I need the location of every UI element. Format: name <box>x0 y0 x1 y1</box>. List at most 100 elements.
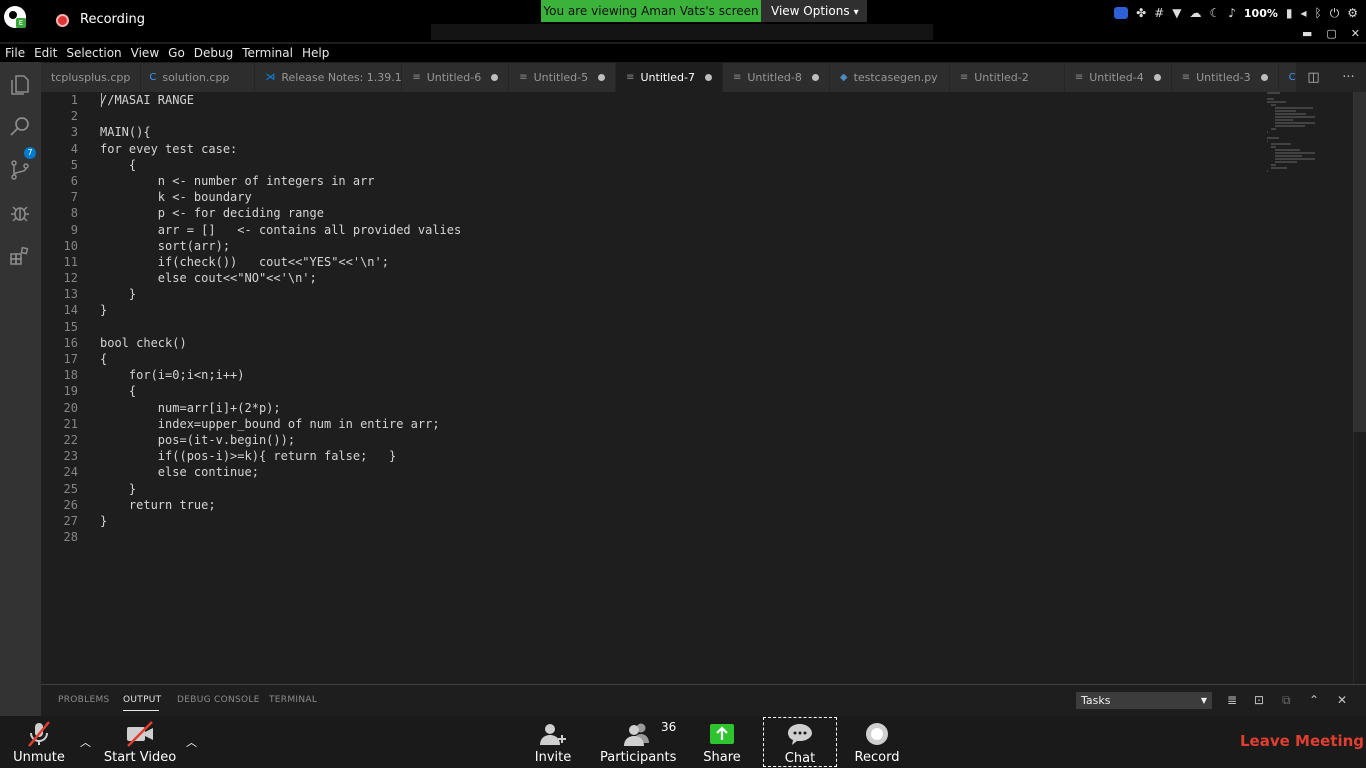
tab-tcplusplus[interactable]: tcplusplus.cpp <box>41 63 142 92</box>
unmute-button[interactable]: Unmute <box>8 716 70 768</box>
code-line[interactable]: for(i=0;i<n;i++) <box>100 367 461 383</box>
split-editor-icon[interactable]: ◫ <box>1307 70 1319 85</box>
code-line[interactable] <box>100 529 461 545</box>
code-line[interactable]: } <box>100 302 461 318</box>
code-line[interactable]: index=upper_bound of num in entire arr; <box>100 416 461 432</box>
tab-untitled-3[interactable]: ≡ Untitled-3 <box>1171 63 1279 92</box>
code-line[interactable]: { <box>100 351 461 367</box>
tab-untitled-6[interactable]: ≡ Untitled-6 <box>402 63 510 92</box>
menu-help[interactable]: Help <box>302 44 329 62</box>
code-line[interactable]: for evey test case: <box>100 141 461 157</box>
record-button[interactable]: Record <box>853 716 901 768</box>
code-line[interactable]: num=arr[i]+(2*p); <box>100 400 461 416</box>
code-line[interactable] <box>100 108 461 124</box>
start-video-button[interactable]: Start Video <box>102 716 178 768</box>
source-control-icon[interactable] <box>8 158 32 182</box>
code-line[interactable]: else cout<<"NO"<<'\n'; <box>100 270 461 286</box>
view-options-button[interactable]: View Options ▾ <box>761 0 867 22</box>
menu-debug[interactable]: Debug <box>194 44 233 62</box>
volume-icon[interactable]: ◂ <box>1301 6 1307 20</box>
settings-icon[interactable]: ⚙ <box>1347 6 1358 20</box>
search-icon[interactable] <box>8 115 32 139</box>
cloud-icon[interactable]: ☁ <box>1189 6 1201 20</box>
code-line[interactable]: if((pos-i)>=k){ return false; } <box>100 448 461 464</box>
code-line[interactable]: else continue; <box>100 464 461 480</box>
share-screen-button[interactable]: Share <box>701 716 743 768</box>
menu-selection[interactable]: Selection <box>66 44 121 62</box>
tab-untitled-2[interactable]: ≡ Untitled-2 <box>949 63 1065 92</box>
tab-untitled-4[interactable]: ≡ Untitled-4 <box>1064 63 1172 92</box>
code-line[interactable]: sort(arr); <box>100 238 461 254</box>
code-line[interactable]: //MASAI RANGE <box>100 92 461 108</box>
code-line[interactable]: arr = [] <- contains all provided valies <box>100 222 461 238</box>
tab-release-notes[interactable]: ⋊ Release Notes: 1.39.1 <box>255 63 403 92</box>
battery-icon[interactable]: ▮ <box>1286 6 1293 20</box>
menu-go[interactable]: Go <box>168 44 185 62</box>
tab-untitled-7[interactable]: ≡ Untitled-7 <box>616 63 723 92</box>
code-line[interactable]: bool check() <box>100 335 461 351</box>
code-line[interactable]: } <box>100 286 461 302</box>
unsaved-dot-icon[interactable] <box>1153 74 1161 81</box>
code-line[interactable]: k <- boundary <box>100 189 461 205</box>
code-line[interactable]: pos=(it-v.begin()); <box>100 432 461 448</box>
tab-solution[interactable]: C solution.cpp <box>141 63 256 92</box>
zoom-tray-icon[interactable] <box>1114 7 1129 19</box>
lock-icon[interactable]: ⊡ <box>1254 693 1264 707</box>
panel-tab-output[interactable]: OUTPUT <box>123 695 161 705</box>
close-panel-icon[interactable]: ✕ <box>1337 693 1347 707</box>
code-line[interactable]: n <- number of integers in arr <box>100 173 461 189</box>
minimize-icon[interactable]: ▬ <box>1302 27 1312 40</box>
tab-testcasegen[interactable]: ◆ testcasegen.py <box>829 63 950 92</box>
panel-tab-problems[interactable]: PROBLEMS <box>58 695 110 705</box>
code-editor[interactable]: 1 2 3 4 5 6 7 8 9 10 11 12 13 14 15 16 17 18 19 20 21 22 23 24 2… <box>41 92 1353 684</box>
code-line[interactable]: p <- for deciding range <box>100 205 461 221</box>
menu-file[interactable]: File <box>5 44 25 62</box>
more-actions-icon[interactable]: ··· <box>1342 70 1354 85</box>
minimap-line <box>1271 143 1291 145</box>
unsaved-dot-icon[interactable] <box>491 74 499 81</box>
unsaved-dot-icon[interactable] <box>704 74 712 81</box>
panel-tab-terminal[interactable]: TERMINAL <box>269 695 317 705</box>
night-mode-icon[interactable]: ☾ <box>1209 6 1220 20</box>
code-line[interactable]: { <box>100 157 461 173</box>
vertical-scrollbar[interactable] <box>1353 92 1366 432</box>
tab-untitled-5[interactable]: ≡ Untitled-5 <box>509 63 617 92</box>
maximize-icon[interactable]: ▢ <box>1326 27 1336 40</box>
debug-icon[interactable] <box>8 201 32 225</box>
unsaved-dot-icon[interactable] <box>598 74 606 81</box>
bluetooth-icon[interactable]: ᛒ <box>1315 6 1322 20</box>
code-line[interactable]: return true; <box>100 497 461 513</box>
tab-untitled-8[interactable]: ≡ Untitled-8 <box>722 63 830 92</box>
open-log-icon[interactable]: ⧉ <box>1282 693 1291 708</box>
clear-output-icon[interactable]: ≣ <box>1227 693 1237 707</box>
wifi-icon[interactable]: ▼ <box>1172 6 1181 20</box>
minimap[interactable] <box>1267 92 1327 172</box>
extensions-icon[interactable] <box>8 244 32 268</box>
code-line[interactable]: { <box>100 383 461 399</box>
slack-icon[interactable]: # <box>1154 6 1164 20</box>
chat-button[interactable]: Chat <box>763 717 837 767</box>
menu-view[interactable]: View <box>131 44 159 62</box>
audio-options-chevron-icon[interactable]: ︿ <box>80 734 91 750</box>
code-line[interactable]: } <box>100 481 461 497</box>
code-line[interactable] <box>100 319 461 335</box>
menu-terminal[interactable]: Terminal <box>242 44 293 62</box>
notification-bell-icon[interactable]: ♪ <box>1228 6 1236 20</box>
output-channel-select[interactable]: Tasks ▼ <box>1076 692 1212 709</box>
fan-icon[interactable]: ✤ <box>1136 6 1146 20</box>
video-options-chevron-icon[interactable]: ︿ <box>186 734 197 750</box>
code-lines[interactable]: //MASAI RANGE MAIN(){for evey test case: … <box>100 92 461 545</box>
leave-meeting-button[interactable]: Leave Meeting <box>1240 732 1364 750</box>
maximize-panel-icon[interactable]: ⌃ <box>1309 693 1319 707</box>
unsaved-dot-icon[interactable] <box>811 74 819 81</box>
menu-edit[interactable]: Edit <box>34 44 57 62</box>
explorer-icon[interactable] <box>8 73 32 97</box>
close-icon[interactable]: ✕ <box>1351 27 1360 40</box>
power-icon[interactable]: ⏻ <box>1330 6 1340 21</box>
panel-tab-debug-console[interactable]: DEBUG CONSOLE <box>177 695 260 705</box>
code-line[interactable]: if(check()) cout<<"YES"<<'\n'; <box>100 254 461 270</box>
invite-button[interactable]: Invite <box>530 716 576 768</box>
code-line[interactable]: MAIN(){ <box>100 124 461 140</box>
unsaved-dot-icon[interactable] <box>1260 74 1268 81</box>
code-line[interactable]: } <box>100 513 461 529</box>
